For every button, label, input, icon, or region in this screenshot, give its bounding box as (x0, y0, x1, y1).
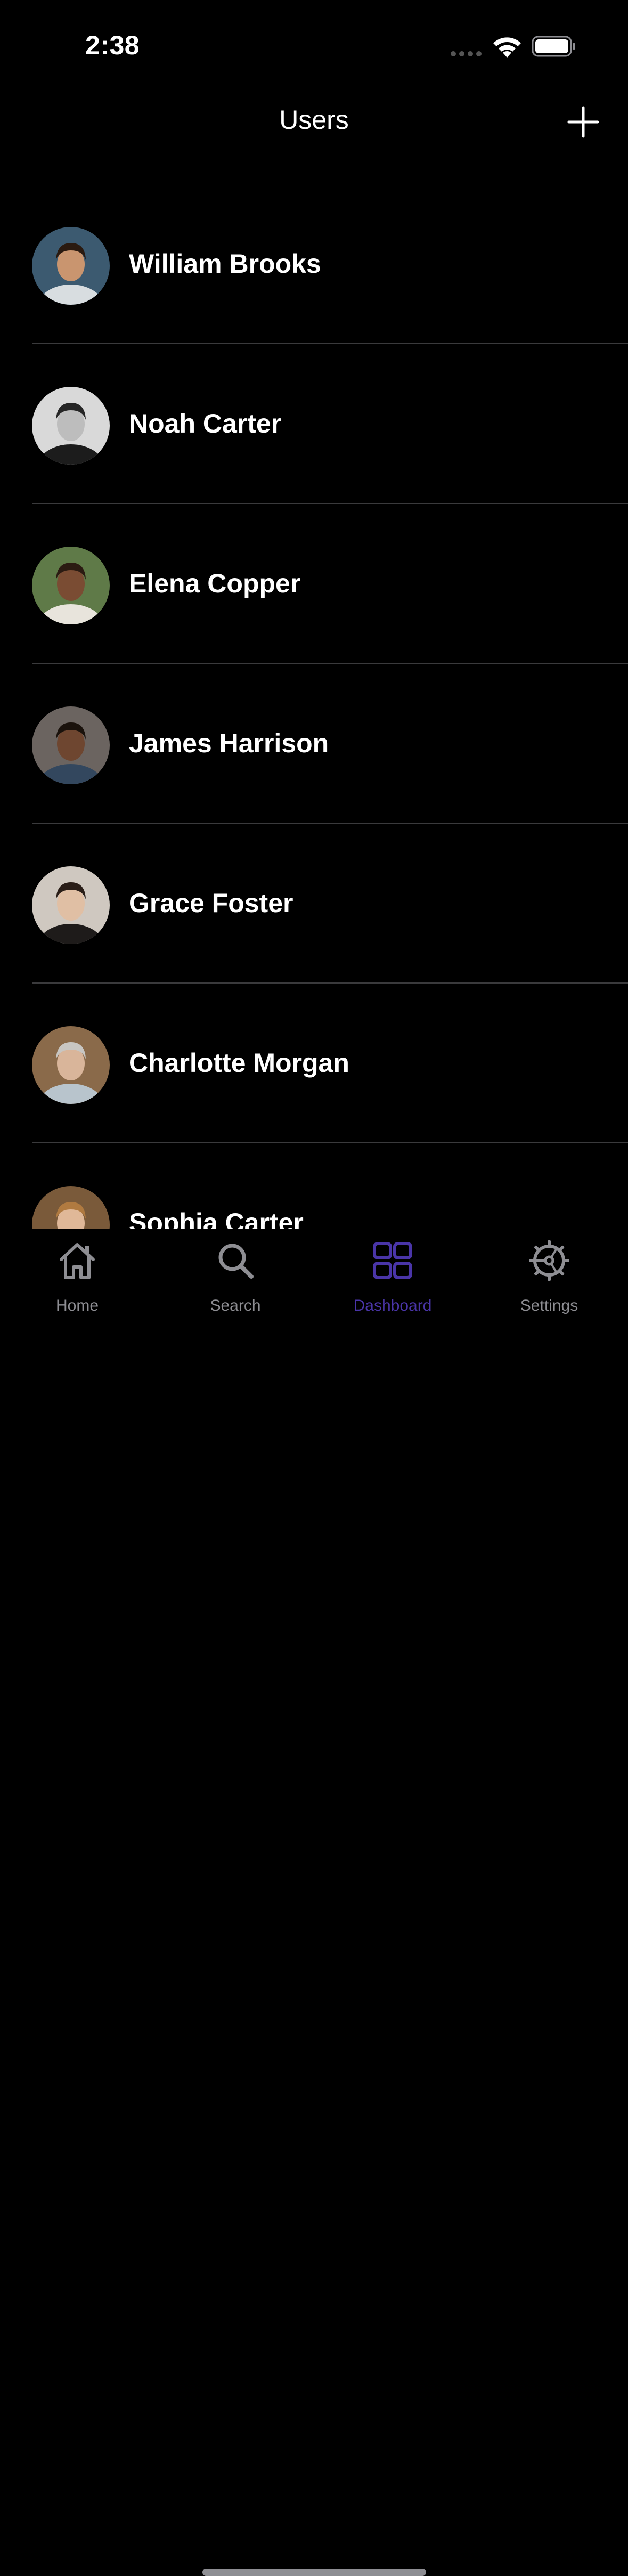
tab-bar: Home Search Dashboard Settings (0, 1229, 628, 2576)
cellular-signal-icon (451, 51, 482, 56)
avatar-image (32, 547, 110, 624)
avatar (32, 706, 110, 784)
status-time: 2:38 (85, 30, 140, 60)
avatar (32, 866, 110, 944)
tab-label: Settings (520, 1297, 578, 1314)
user-row-noah-carter[interactable]: Noah Carter (0, 344, 628, 504)
house-icon (60, 1243, 95, 1279)
tab-settings[interactable]: Settings (491, 1239, 608, 1319)
tab-dashboard[interactable]: Dashboard (334, 1239, 451, 1319)
add-user-button[interactable] (565, 103, 602, 141)
magnifier-icon (218, 1244, 254, 1279)
user-name: Sophia Carter (129, 1208, 304, 1229)
status-bar: 2:38 (0, 0, 628, 91)
tab-label: Dashboard (353, 1297, 432, 1314)
tab-label: Home (55, 1297, 99, 1314)
tab-label: Search (210, 1297, 261, 1314)
avatar-image (32, 1186, 110, 1229)
avatar-image (32, 866, 110, 944)
avatar-image (32, 1026, 110, 1104)
user-list[interactable]: William Brooks Noah Carter Elena Copper (0, 184, 628, 1229)
user-name: William Brooks (129, 249, 321, 279)
home-indicator (202, 2569, 426, 2576)
tab-search[interactable]: Search (177, 1239, 294, 1319)
user-row-grace-foster[interactable]: Grace Foster (0, 824, 628, 984)
user-name: Noah Carter (129, 409, 282, 438)
avatar (32, 547, 110, 624)
wifi-icon (493, 37, 521, 58)
user-row-james-harrison[interactable]: James Harrison (0, 664, 628, 824)
avatar (32, 1026, 110, 1104)
avatar (32, 227, 110, 305)
page-title: Users (279, 105, 349, 135)
avatar (32, 387, 110, 465)
user-name: Grace Foster (129, 888, 293, 918)
battery-icon (532, 36, 575, 57)
avatar-image (32, 387, 110, 465)
user-name: Charlotte Morgan (129, 1048, 349, 1078)
avatar-image (32, 227, 110, 305)
user-row-william-brooks[interactable]: William Brooks (0, 184, 628, 344)
tab-home[interactable]: Home (19, 1239, 136, 1319)
navigation-bar: Users (0, 91, 628, 152)
avatar-image (32, 706, 110, 784)
grid-icon (373, 1242, 412, 1279)
avatar (32, 1186, 110, 1229)
user-row-elena-copper[interactable]: Elena Copper (0, 504, 628, 664)
user-name: James Harrison (129, 728, 329, 758)
gear-icon (529, 1240, 569, 1281)
user-row-sophia-carter[interactable]: Sophia Carter (0, 1143, 628, 1229)
user-name: Elena Copper (129, 568, 301, 598)
user-row-charlotte-morgan[interactable]: Charlotte Morgan (0, 984, 628, 1143)
